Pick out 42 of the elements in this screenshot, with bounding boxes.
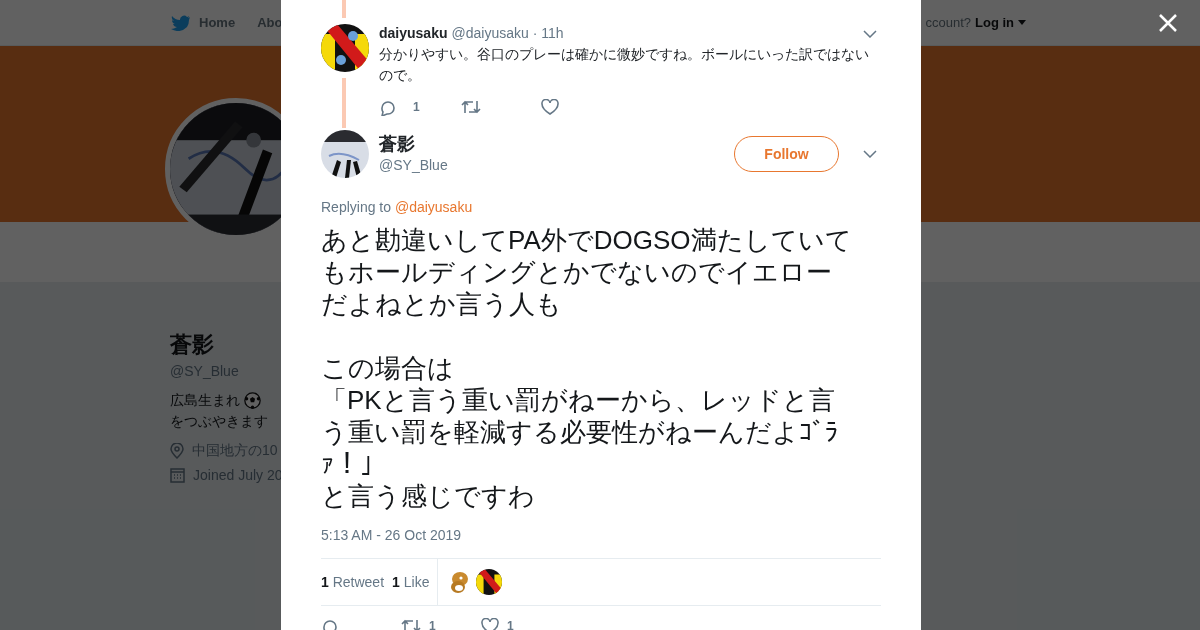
tweet-text-line: だよねとか言う人も <box>321 288 562 320</box>
location-icon <box>170 442 184 459</box>
like-icon[interactable] <box>481 618 499 630</box>
reply-icon[interactable] <box>321 617 339 630</box>
reply-count: 1 <box>413 99 421 116</box>
author-handle[interactable]: @SY_Blue <box>379 154 726 176</box>
retweet-stat[interactable]: 1 Retweet <box>321 571 385 593</box>
tweet-text-line: この場合は <box>321 352 454 384</box>
tweet-text-line: もホールディングとかでないのでイエロー <box>321 256 832 288</box>
retweet-icon[interactable] <box>401 619 421 630</box>
tweet-text-line: あと勘違いしてPA外でDOGSO満たしていて <box>321 224 852 256</box>
tweet-text-line: と言う感じですわ <box>321 480 535 512</box>
tweet-timestamp[interactable]: 5:13 AM - 26 Oct 2019 <box>321 525 881 546</box>
reply-icon[interactable] <box>379 98 397 116</box>
soccer-ball-icon <box>244 392 261 409</box>
bird-icon <box>171 14 191 31</box>
author-name[interactable]: 蒼影 <box>379 132 726 155</box>
retweet-icon[interactable] <box>461 100 481 114</box>
login-link[interactable]: Log in <box>975 12 1014 33</box>
bio-text: をつぶやきます <box>170 412 268 431</box>
like-stat[interactable]: 1 Like <box>392 558 439 606</box>
author-name[interactable]: daiyusaku <box>379 23 448 44</box>
account-prompt: ccount? <box>925 13 971 32</box>
chevron-icon[interactable] <box>863 150 877 158</box>
mention-link[interactable]: @daiyusaku <box>394 199 473 215</box>
retweet-count: 1 <box>429 618 437 630</box>
chevron-icon[interactable] <box>863 29 877 38</box>
like-count: 1 <box>507 618 514 630</box>
calendar-icon <box>170 468 185 483</box>
profile-name: 蒼影 <box>170 331 214 359</box>
tweet-text-line: ｧ！」 <box>321 448 386 480</box>
tweet-text-line: う重い罰を軽減する必要性がねーんだよｺﾞﾗ <box>321 416 838 448</box>
tweet-time[interactable]: · 11h <box>532 23 564 44</box>
close-icon[interactable] <box>1158 13 1178 33</box>
bio-text: 広島生まれ <box>170 391 240 410</box>
like-icon[interactable] <box>541 99 559 115</box>
follow-button[interactable]: Follow <box>734 136 839 172</box>
replying-label: Replying to <box>321 199 392 215</box>
tweet-text: 分かりやすい。谷口のプレーは確かに微妙ですね。ボールにいった訳ではないので。 <box>379 45 870 85</box>
tweet-text-line: 「PKと言う重い罰がねーから、レッドと言 <box>321 384 835 416</box>
caret-icon <box>1018 20 1026 25</box>
author-handle[interactable]: @daiyusaku <box>451 23 529 44</box>
